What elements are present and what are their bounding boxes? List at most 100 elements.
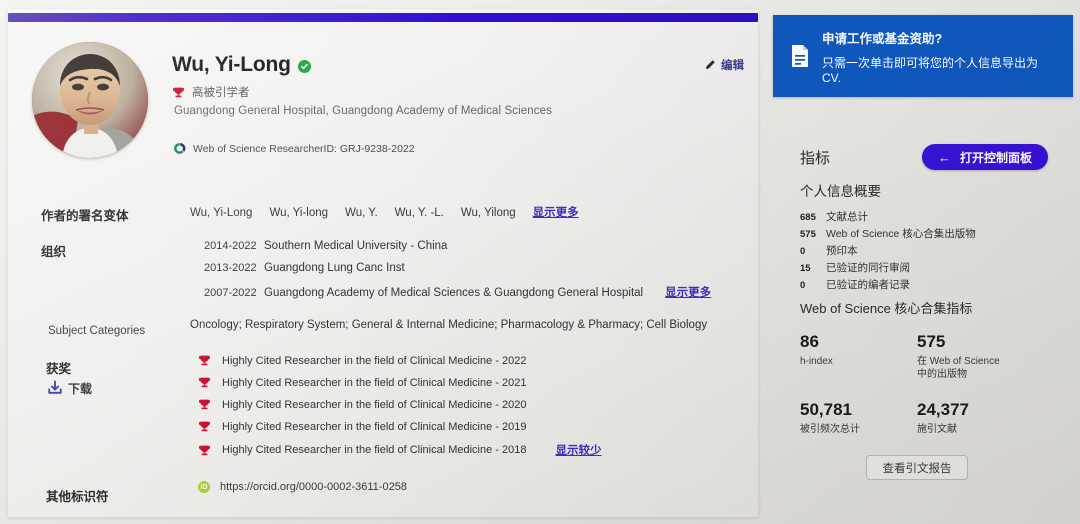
researcher-id-row: Web of Science ResearcherID: GRJ-9238-20… — [173, 142, 415, 155]
award-text: Highly Cited Researcher in the field of … — [222, 398, 527, 411]
card-accent-bar — [8, 13, 758, 22]
verified-check-icon — [297, 59, 311, 73]
trophy-icon — [198, 355, 211, 366]
summary-label: 文献总计 — [826, 211, 868, 223]
cv-banner-line1: 申请工作或基金资助? — [822, 31, 943, 46]
orcid-link[interactable]: https://orcid.org/0000-0002-3611-0258 — [220, 481, 407, 493]
summary-row: 0 已验证的编者记录 — [800, 277, 910, 292]
pencil-icon — [705, 60, 715, 70]
name-variant: Wu, Yi-Long — [190, 207, 253, 219]
label-other-identifiers: 其他标识符 — [46, 490, 109, 504]
orcid-row: iD https://orcid.org/0000-0002-3611-0258 — [198, 481, 407, 493]
trophy-icon — [172, 87, 185, 97]
organizations-show-more-link[interactable]: 显示更多 — [665, 284, 711, 300]
stat-value: 575 — [917, 332, 946, 351]
cv-export-banner[interactable]: 申请工作或基金资助? 只需一次单击即可将您的个人信息导出为 CV. — [773, 15, 1073, 97]
summary-count: 0 — [800, 280, 806, 291]
affiliation: Guangdong General Hospital, Guangdong Ac… — [174, 105, 552, 117]
metrics-title: 指标 — [800, 150, 831, 167]
award-row: Highly Cited Researcher in the field of … — [198, 420, 526, 433]
page-title: Wu, Yi-Long — [172, 53, 291, 76]
award-row: Highly Cited Researcher in the field of … — [198, 398, 526, 411]
summary-row: 575 Web of Science 核心合集出版物 — [800, 226, 976, 241]
stat-value: 24,377 — [917, 400, 969, 419]
summary-count: 575 — [800, 229, 816, 240]
trophy-icon — [198, 377, 211, 388]
avatar — [32, 42, 148, 158]
stat-h-index: 86 h-index — [800, 332, 833, 368]
open-dashboard-label: 打开控制面板 — [959, 150, 1032, 165]
edit-profile-label: 编辑 — [721, 60, 744, 72]
award-text: Highly Cited Researcher in the field of … — [222, 420, 527, 433]
organization-name: Southern Medical University - China — [264, 240, 448, 252]
label-subject-categories: Subject Categories — [48, 325, 146, 337]
download-button[interactable]: 下载 — [46, 379, 92, 397]
stat-value: 86 — [800, 332, 819, 351]
screenshot-root: Wu, Yi-Long 高被引学者 Guangdong General Hosp… — [0, 0, 1080, 524]
summary-count: 0 — [800, 246, 806, 257]
researcher-name-row: Wu, Yi-Long — [172, 53, 311, 77]
stat-wos-publications: 575 在 Web of Science 中的出版物 — [917, 332, 1000, 382]
stat-citing-articles: 24,377 施引文献 — [917, 400, 969, 436]
highly-cited-badge: 高被引学者 — [172, 84, 250, 100]
download-icon — [48, 380, 62, 394]
name-variant: Wu, Y. — [345, 207, 378, 219]
trophy-icon — [198, 399, 211, 410]
summary-row: 685 文献总计 — [800, 209, 868, 224]
award-row: Highly Cited Researcher in the field of … — [198, 442, 601, 458]
stat-total-citations: 50,781 被引频次总计 — [800, 400, 860, 436]
stat-label: h-index — [800, 355, 833, 367]
core-collection-metrics-title: Web of Science 核心合集指标 — [800, 301, 973, 316]
summary-label: Web of Science 核心合集出版物 — [826, 228, 976, 240]
researcher-profile-card: Wu, Yi-Long 高被引学者 Guangdong General Hosp… — [8, 9, 758, 517]
summary-label: 已验证的编者记录 — [826, 279, 910, 291]
name-variants-row: Wu, Yi-Long Wu, Yi-long Wu, Y. Wu, Y. -L… — [190, 204, 579, 220]
stat-value: 50,781 — [800, 400, 852, 419]
web-of-science-icon — [174, 143, 186, 154]
award-text: Highly Cited Researcher in the field of … — [222, 444, 527, 456]
highly-cited-label: 高被引学者 — [192, 87, 250, 99]
organization-years: 2007-2022 — [204, 287, 257, 299]
orcid-icon: iD — [198, 481, 210, 493]
name-variants-show-more-link[interactable]: 显示更多 — [533, 204, 579, 220]
subject-categories-value: Oncology; Respiratory System; General & … — [190, 319, 708, 331]
researcher-id-text: Web of Science ResearcherID: GRJ-9238-20… — [193, 142, 415, 155]
award-row: Highly Cited Researcher in the field of … — [198, 376, 526, 389]
label-awards: 获奖 — [46, 362, 72, 376]
summary-label: 预印本 — [826, 245, 858, 257]
view-citation-report-label: 查看引文报告 — [882, 462, 952, 475]
organization-years: 2014-2022 — [204, 240, 257, 252]
organization-name: Guangdong Lung Canc Inst — [264, 262, 405, 274]
arrow-left-icon: ← — [937, 149, 951, 165]
stat-label: 被引频次总计 — [800, 423, 860, 435]
stat-label-line2: 中的出版物 — [917, 369, 967, 381]
stat-label: 在 Web of Science — [917, 355, 1000, 367]
summary-row: 15 已验证的同行审阅 — [800, 260, 910, 275]
name-variant: Wu, Yi-long — [269, 207, 329, 219]
organization-name: Guangdong Academy of Medical Sciences & … — [264, 287, 644, 299]
summary-row: 0 预印本 — [800, 243, 858, 258]
trophy-icon — [198, 445, 211, 455]
stat-label: 施引文献 — [917, 423, 957, 435]
summary-count: 685 — [800, 212, 816, 223]
award-text: Highly Cited Researcher in the field of … — [222, 376, 527, 389]
cv-banner-line2: 只需一次单击即可将您的个人信息导出为 CV. — [822, 55, 1039, 85]
summary-label: 已验证的同行审阅 — [826, 262, 910, 274]
profile-summary-title: 个人信息概要 — [800, 184, 881, 199]
open-dashboard-button[interactable]: ← 打开控制面板 — [922, 144, 1048, 170]
organization-row: 2013-2022 Guangdong Lung Canc Inst — [204, 262, 405, 274]
download-label: 下载 — [68, 381, 93, 396]
summary-count: 15 — [800, 263, 811, 274]
name-variant: Wu, Yilong — [460, 207, 516, 219]
award-text: Highly Cited Researcher in the field of … — [222, 354, 527, 367]
edit-profile-button[interactable]: 编辑 — [704, 57, 744, 73]
document-icon — [792, 45, 808, 67]
label-name-variants: 作者的署名变体 — [41, 209, 129, 223]
label-organizations: 组织 — [41, 245, 67, 259]
award-row: Highly Cited Researcher in the field of … — [198, 354, 526, 367]
trophy-icon — [198, 421, 211, 432]
awards-show-less-link[interactable]: 显示较少 — [555, 442, 601, 458]
view-citation-report-button[interactable]: 查看引文报告 — [866, 455, 968, 480]
name-variant: Wu, Y. -L. — [394, 207, 444, 219]
organization-years: 2013-2022 — [204, 262, 257, 274]
